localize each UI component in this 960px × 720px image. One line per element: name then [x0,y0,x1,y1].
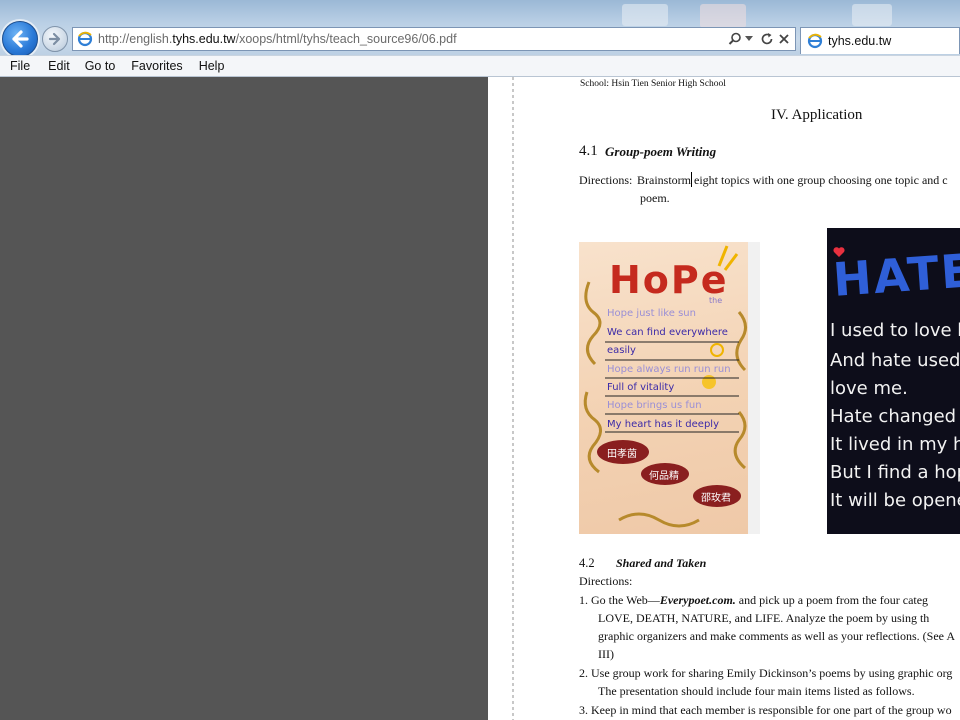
subsection-number: 4.2 [579,556,595,570]
hate-poem-line: love me. [830,378,908,399]
menu-go-to[interactable]: Go to [85,59,116,73]
subsection-title: Group-poem Writing [605,144,717,159]
list-item-line: LOVE, DEATH, NATURE, and LIFE. Analyze t… [598,611,930,625]
hope-tag: the [709,296,723,305]
pdf-viewer[interactable]: School: Hsin Tien Senior High School IV.… [0,77,960,720]
hate-poem-line: Hate changed my [830,406,960,427]
arrow-right-icon [48,32,61,46]
list-item-1: 1. Go the Web—Everypoet.com. and pick up… [579,593,928,608]
list-item-2: 2. Use group work for sharing Emily Dick… [579,666,953,680]
list-item-line: graphic organizers and make comments as … [598,629,955,643]
subsection-number: 4.1 [579,143,598,159]
taskbar-thumbnail [700,4,746,28]
chevron-down-icon [745,36,753,41]
page-edge [512,77,514,720]
subsection-title: Shared and Taken [616,556,707,570]
hope-poem-image: HoPe the Hope just like sun We can find … [579,242,760,534]
menu-help[interactable]: Help [199,59,225,73]
hope-poem-line: easily [607,345,636,356]
hate-poem-line: It will be opened by [830,490,960,511]
menu-favorites[interactable]: Favorites [131,59,182,73]
browser-tab[interactable]: tyhs.edu.tw [800,27,960,54]
directions-text-continued: poem. [640,191,670,205]
directions-text: Brainstorm eight topics with one group c… [637,173,948,187]
forward-button[interactable] [42,26,68,52]
refresh-button[interactable] [759,30,775,48]
search-icon [728,32,741,45]
address-bar[interactable]: http://english.tyhs.edu.tw/xoops/html/ty… [72,27,796,51]
tab-title: tyhs.edu.tw [828,34,892,48]
hope-author-name: 何品精 [649,471,679,482]
hope-poem-line: Full of vitality [607,382,675,393]
ie-page-icon [806,32,824,50]
list-item-3: 3. Keep in mind that each member is resp… [579,703,952,717]
list-item-text: 1. Go the Web— [579,593,660,607]
hope-poem-line: Hope just like sun [607,308,696,319]
hope-author-name: 邵玫君 [701,493,731,504]
address-dropdown[interactable] [744,30,754,48]
school-line: School: Hsin Tien Senior High School [580,79,726,89]
hate-poem-line: It lived in my heart [830,434,960,455]
list-item-line: The presentation should include four mai… [598,684,915,698]
taskbar-thumbnail [852,4,892,26]
hope-poem-line: My heart has it deeply [607,419,719,430]
search-button[interactable] [727,30,743,48]
hope-author-name: 田孝茵 [607,449,637,460]
website-name: Everypoet.com. [659,593,736,607]
hope-poem-line: We can find everywhere [607,327,728,338]
back-button[interactable] [2,21,38,56]
pdf-page[interactable]: School: Hsin Tien Senior High School IV.… [488,77,960,720]
close-icon [779,34,789,44]
hate-poem-line: I used to love ho [830,320,960,341]
list-item-text: and pick up a poem from the four categ [735,593,929,607]
menu-bar: File Edit Go to Favorites Help [0,55,960,77]
taskbar-thumbnail [622,4,668,26]
menu-edit[interactable]: Edit [48,59,70,73]
arrow-left-icon [12,30,29,48]
stop-button[interactable] [776,30,792,48]
list-item-line: III) [598,647,614,661]
hate-poem-line: And hate used to [830,350,960,371]
directions-label: Directions: [579,173,633,187]
hate-title: HATE [831,243,960,307]
address-url[interactable]: http://english.tyhs.edu.tw/xoops/html/ty… [98,32,457,46]
hope-poem-line: Hope brings us fun [607,400,702,411]
ie-page-icon [76,30,94,48]
hate-poem-image: HATE I used to love ho And hate used to … [827,228,960,534]
section-heading: IV. Application [771,107,863,123]
text-caret [691,172,692,187]
hate-poem-line: But I find a hope a [830,462,960,483]
browser-titlebar: http://english.tyhs.edu.tw/xoops/html/ty… [0,0,960,56]
hope-poem-line: Hope always run run run [607,364,731,375]
refresh-icon [761,33,773,45]
menu-file[interactable]: File [10,59,30,73]
directions-label: Directions: [579,574,633,588]
